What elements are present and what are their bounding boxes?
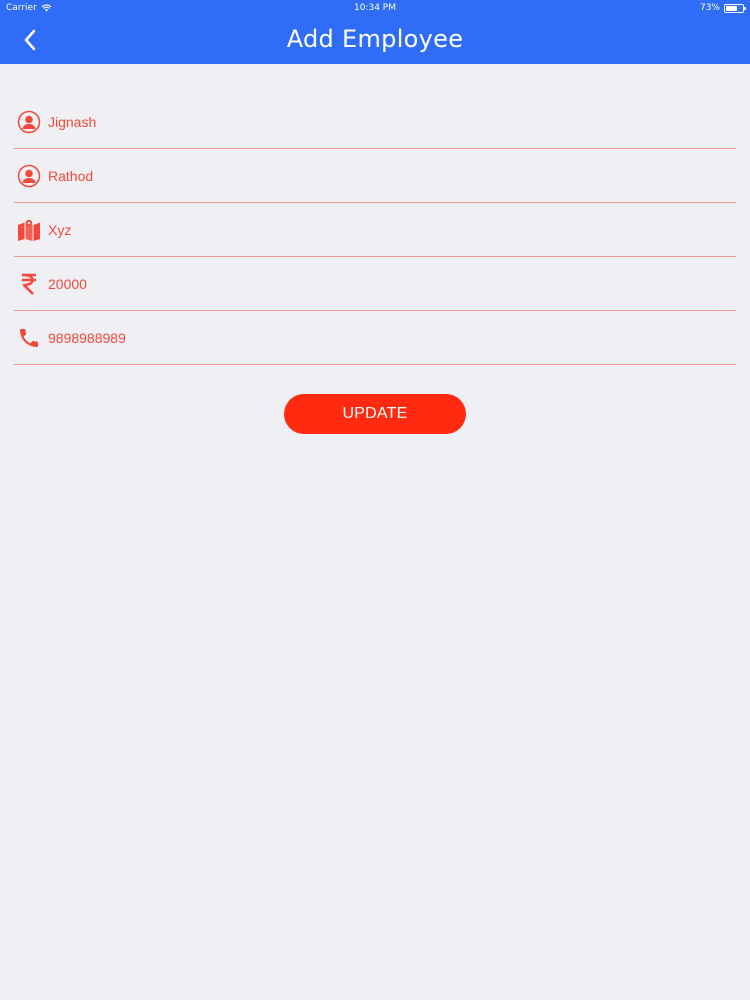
person-icon: [14, 107, 44, 137]
first-name-field: [14, 96, 736, 149]
phone-icon: [14, 323, 44, 353]
map-icon: [14, 215, 44, 245]
status-bar: Carrier 10:34 PM 73%: [0, 0, 750, 16]
battery-indicator: 73%: [699, 3, 746, 13]
status-time: 10:34 PM: [354, 3, 396, 13]
last-name-field: [14, 150, 736, 203]
address-input[interactable]: [48, 215, 698, 245]
phone-input[interactable]: [48, 323, 698, 353]
battery-percent: 73%: [699, 3, 720, 13]
phone-field: [14, 312, 736, 365]
update-button[interactable]: UPDATE: [284, 394, 466, 434]
first-name-input[interactable]: [48, 107, 698, 137]
address-field: [14, 204, 736, 257]
salary-field: [14, 258, 736, 311]
person-icon: [14, 161, 44, 191]
rupee-icon: [14, 269, 44, 299]
page-title: Add Employee: [286, 25, 464, 53]
salary-input[interactable]: [48, 269, 698, 299]
battery-icon: [724, 3, 746, 13]
employee-form: [14, 96, 736, 366]
last-name-input[interactable]: [48, 161, 698, 191]
navigation-bar: Add Employee: [0, 16, 750, 64]
